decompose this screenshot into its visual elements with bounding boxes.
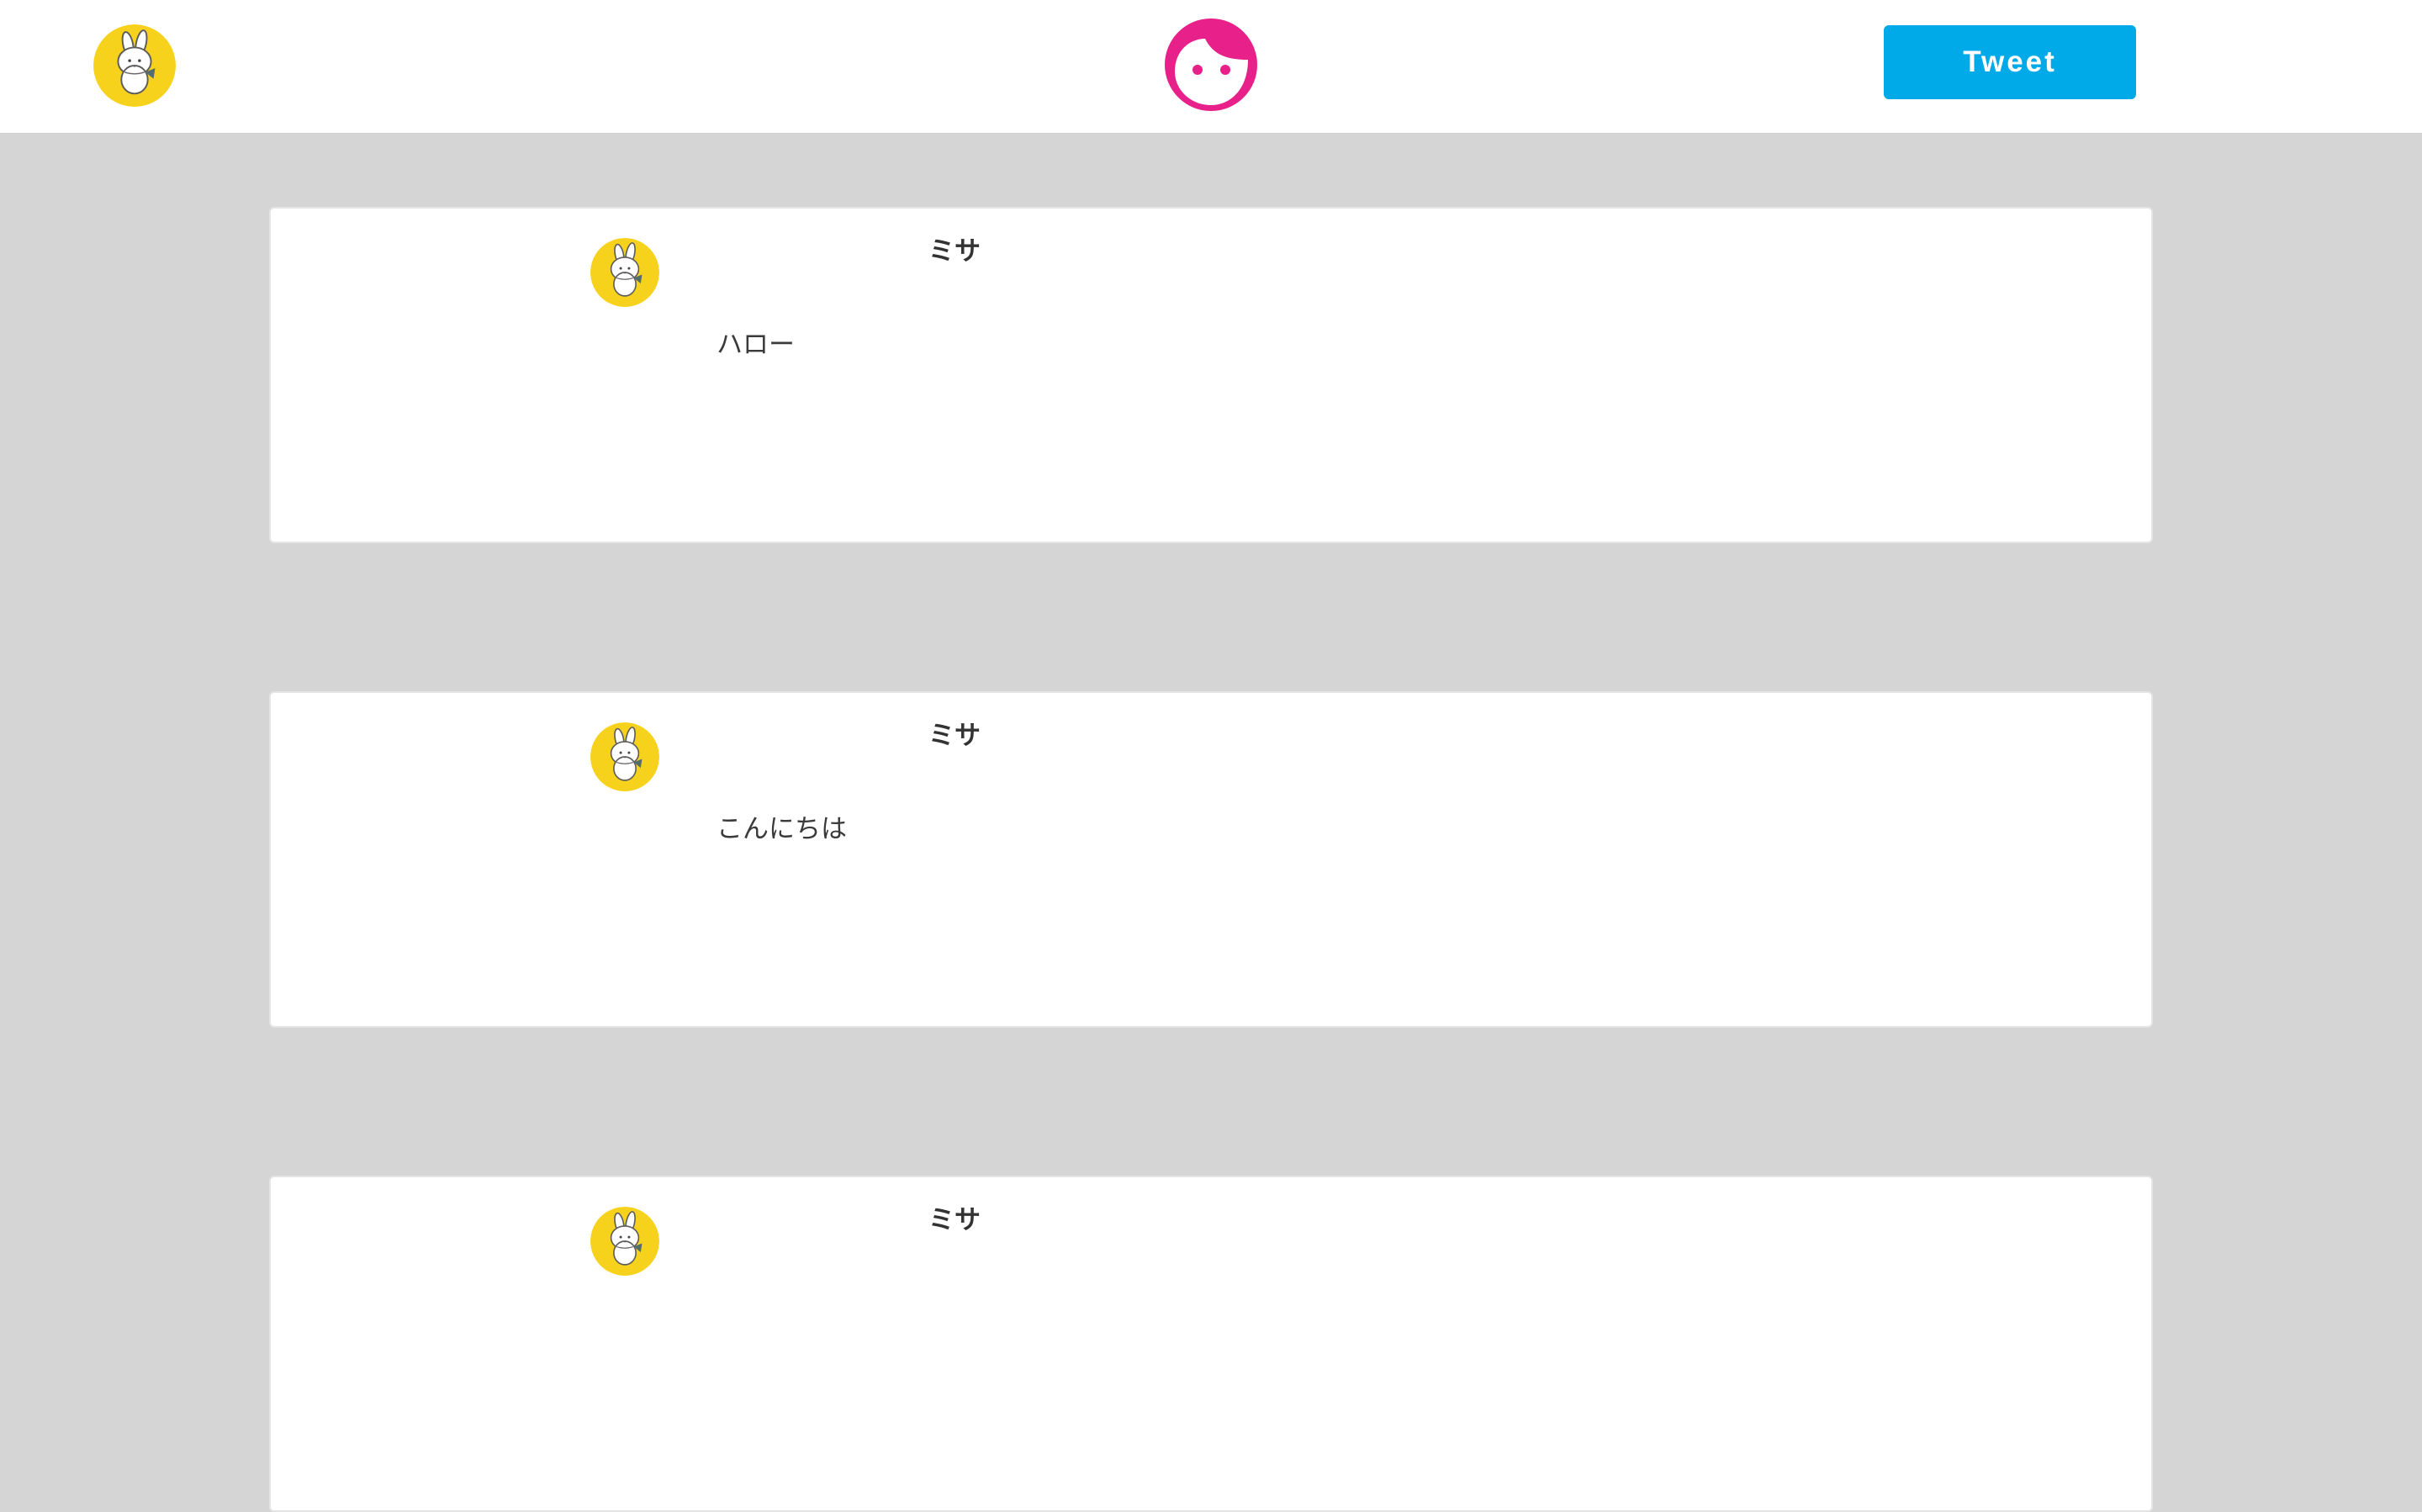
rabbit-avatar-icon[interactable] [590, 238, 659, 307]
tweet-button[interactable]: Tweet [1884, 25, 2136, 99]
tweet-card: ミサ こんにちは [269, 691, 2153, 1028]
tweet-card: ミサ [269, 1176, 2153, 1512]
tweet-author-name: ミサ [928, 721, 981, 751]
tweet-text: こんにちは [717, 814, 847, 844]
tweet-author-name: ミサ [928, 236, 981, 267]
tweet-author-name: ミサ [928, 1205, 981, 1235]
girl-face-logo-icon[interactable] [1164, 18, 1258, 112]
rabbit-avatar-icon[interactable] [590, 1207, 659, 1276]
tweet-card: ミサ ハロー [269, 207, 2153, 543]
rabbit-avatar-icon[interactable] [590, 722, 659, 791]
top-header: Tweet [0, 0, 2422, 133]
tweet-text: ハロー [717, 330, 795, 360]
timeline-feed: ミサ ハロー ミサ こんにちは ミサ [0, 133, 2422, 1512]
rabbit-avatar-icon[interactable] [93, 24, 176, 107]
